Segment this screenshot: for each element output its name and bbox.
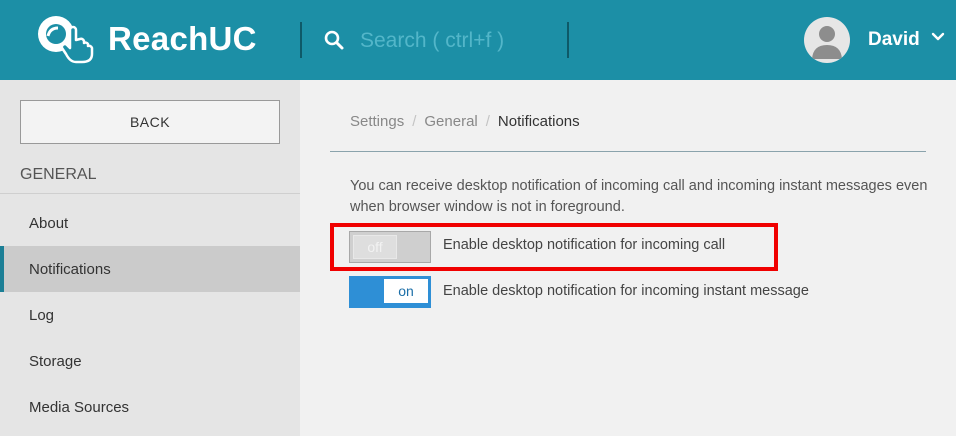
section-divider: [0, 193, 300, 194]
chevron-down-icon[interactable]: [930, 30, 946, 44]
sidebar: BACK GENERAL About Notifications Log Sto…: [0, 80, 300, 436]
breadcrumb: Settings / General / Notifications: [350, 113, 580, 130]
sidebar-item-about[interactable]: About: [0, 200, 300, 246]
breadcrumb-item-notifications: Notifications: [497, 113, 580, 130]
top-bar: ReachUC David: [0, 0, 956, 80]
app-logo[interactable]: ReachUC: [34, 14, 257, 64]
search-input[interactable]: [360, 24, 560, 58]
header-divider: [567, 22, 569, 58]
instant-message-notification-toggle[interactable]: on: [349, 276, 431, 308]
breadcrumb-separator: /: [485, 113, 490, 130]
main-content: Settings / General / Notifications You c…: [300, 80, 956, 436]
avatar[interactable]: [804, 17, 850, 63]
breadcrumb-separator: /: [412, 113, 417, 130]
highlight-box: [330, 223, 778, 271]
search-icon[interactable]: [322, 28, 346, 52]
breadcrumb-item-settings[interactable]: Settings: [350, 113, 404, 130]
instant-message-notification-label: Enable desktop notification for incoming…: [443, 283, 809, 299]
content-divider: [330, 151, 926, 152]
app-name: ReachUC: [108, 20, 257, 57]
toggle-state-label: on: [384, 279, 428, 303]
sidebar-section-title: GENERAL: [20, 166, 97, 183]
header-divider: [300, 22, 302, 58]
sidebar-item-media-sources[interactable]: Media Sources: [0, 384, 300, 430]
reachuc-logo-icon: [34, 14, 98, 64]
back-button[interactable]: BACK: [20, 100, 280, 144]
notification-description: You can receive desktop notification of …: [350, 178, 928, 215]
user-avatar-icon: [812, 26, 842, 59]
breadcrumb-item-general[interactable]: General: [424, 113, 477, 130]
sidebar-item-storage[interactable]: Storage: [0, 338, 300, 384]
sidebar-item-log[interactable]: Log: [0, 292, 300, 338]
sidebar-item-notifications[interactable]: Notifications: [0, 246, 300, 292]
user-name[interactable]: David: [868, 29, 920, 51]
